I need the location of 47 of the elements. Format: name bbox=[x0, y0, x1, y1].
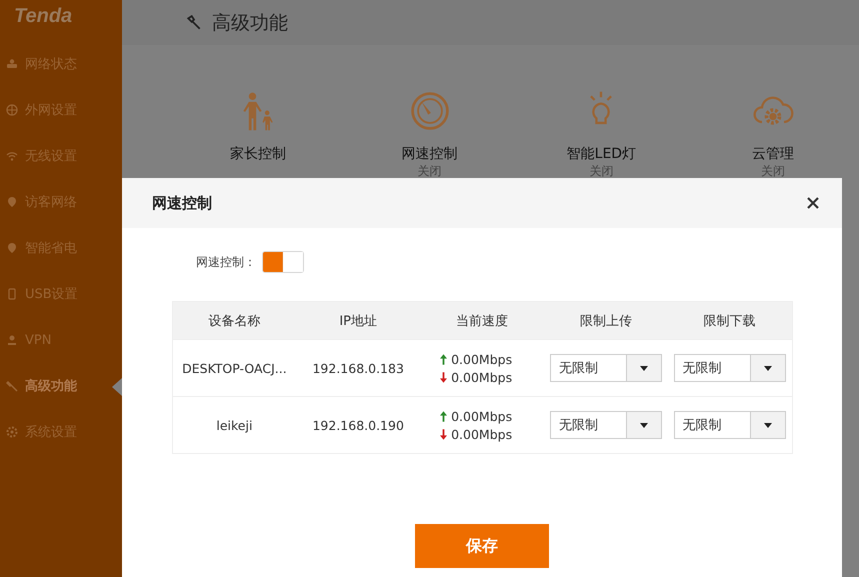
caret-icon bbox=[640, 366, 648, 370]
down-arrow-icon bbox=[440, 372, 448, 382]
table-cell-text: 192.168.0.183 bbox=[311, 360, 405, 378]
upload-speed: 0.00Mbps bbox=[451, 408, 512, 424]
download-speed: 0.00Mbps bbox=[451, 370, 512, 384]
column-header: 限制上传 bbox=[578, 312, 633, 330]
pin-icon bbox=[6, 242, 18, 254]
column-header: 设备名称 bbox=[207, 312, 262, 330]
caret-icon bbox=[764, 422, 772, 428]
wrench-icon bbox=[6, 380, 18, 392]
table-cell-text: 192.168.0.190 bbox=[311, 416, 405, 434]
settings-icon bbox=[6, 426, 18, 438]
table-cell-text: DESKTOP-OACJ... bbox=[181, 360, 288, 378]
feature-label[interactable]: 网速控制 bbox=[402, 145, 458, 163]
caret-icon bbox=[764, 366, 772, 370]
wrench-icon bbox=[186, 14, 202, 30]
logo: Tenda bbox=[13, 4, 74, 29]
dropdown[interactable]: 无限制 bbox=[674, 354, 786, 382]
column-header: 当前速度 bbox=[454, 312, 509, 330]
dropdown[interactable]: 无限制 bbox=[674, 411, 786, 439]
caret-icon bbox=[640, 422, 648, 428]
feature-status: 关闭 bbox=[761, 163, 786, 180]
up-arrow-icon bbox=[440, 354, 448, 364]
save-button[interactable]: 保存 bbox=[415, 524, 549, 568]
feature-label[interactable]: 云管理 bbox=[752, 145, 794, 163]
feature-label[interactable]: 智能LED灯 bbox=[566, 145, 636, 163]
wifi-icon bbox=[6, 150, 18, 162]
download-speed: 0.00Mbps bbox=[451, 426, 512, 442]
table-cell-text: leikeji bbox=[215, 416, 254, 435]
dropdown[interactable]: 无限制 bbox=[550, 354, 662, 382]
column-header: 限制下载 bbox=[702, 312, 757, 330]
feature-status: 关闭 bbox=[418, 163, 442, 180]
location-icon bbox=[6, 196, 18, 208]
person-icon bbox=[6, 334, 18, 346]
feature-label[interactable]: 家长控制 bbox=[230, 145, 286, 163]
up-arrow-icon bbox=[440, 410, 448, 422]
toggle-switch[interactable] bbox=[262, 251, 304, 273]
column-header: IP地址 bbox=[338, 312, 378, 330]
close-icon[interactable] bbox=[806, 196, 820, 210]
upload-speed: 0.00Mbps bbox=[451, 352, 512, 366]
feature-status: 关闭 bbox=[589, 163, 614, 180]
page-title: 高级功能 bbox=[212, 10, 288, 36]
globe-icon bbox=[6, 104, 18, 116]
toggle-label: 网速控制： bbox=[196, 254, 256, 270]
dropdown[interactable]: 无限制 bbox=[550, 411, 662, 439]
dialog-title: 网速控制 bbox=[152, 194, 212, 212]
down-arrow-icon bbox=[440, 428, 448, 440]
